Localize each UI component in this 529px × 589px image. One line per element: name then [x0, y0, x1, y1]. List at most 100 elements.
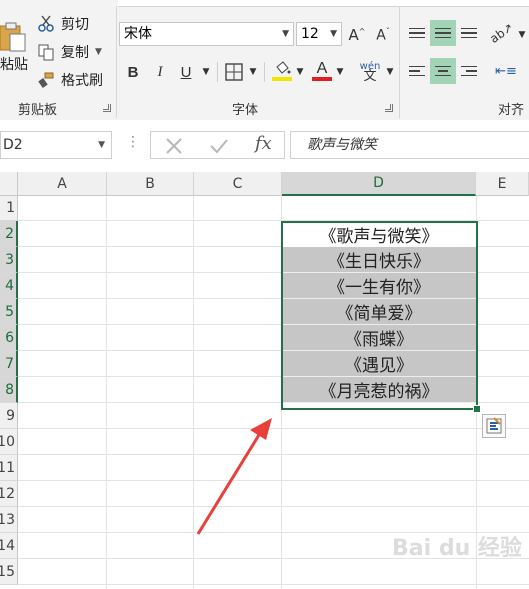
row-header-2[interactable]: 2: [0, 221, 18, 247]
ribbon: 粘贴 剪切 复制 ▼ 格式刷 剪贴板 宋体 ▼ 12 ▼ A^ Aˇ B I U…: [0, 0, 529, 121]
align-right-button[interactable]: [456, 58, 482, 84]
row-header-12[interactable]: 12: [0, 481, 18, 507]
formula-bar-drag-handle[interactable]: ⋮: [126, 134, 140, 150]
cell-d3[interactable]: 《生日快乐》: [282, 247, 476, 273]
border-icon: [225, 63, 243, 81]
paste-icon[interactable]: [0, 22, 26, 52]
font-color-button[interactable]: A: [310, 58, 334, 84]
gridline: [106, 196, 107, 589]
chevron-down-icon[interactable]: ▼: [98, 132, 105, 158]
phonetic-char: 文: [363, 69, 377, 84]
font-name-value: 宋体: [124, 26, 152, 42]
spreadsheet-grid: A B C D E 1 2 3 4 5 6 7 8 9 10 11 12 13 …: [0, 172, 529, 589]
chevron-down-icon[interactable]: ▼: [95, 47, 102, 57]
phonetic-button[interactable]: wén 文: [356, 58, 384, 86]
font-launcher-icon[interactable]: [385, 104, 393, 112]
paint-bucket-icon: [276, 61, 291, 74]
row-header-10[interactable]: 10: [0, 429, 18, 455]
cell-d4[interactable]: 《一生有你》: [282, 273, 476, 299]
row-header-8[interactable]: 8: [0, 377, 18, 403]
copy-icon: [37, 43, 55, 61]
cell-d5[interactable]: 《简单爱》: [282, 299, 476, 325]
align-top-button[interactable]: [404, 20, 430, 46]
chevron-down-icon[interactable]: ▼: [384, 61, 396, 83]
cell-d8[interactable]: 《月亮惹的祸》: [282, 377, 476, 403]
row-header-6[interactable]: 6: [0, 325, 18, 351]
column-header-b[interactable]: B: [107, 172, 194, 196]
cell-d7[interactable]: 《遇见》: [282, 351, 476, 377]
cancel-icon[interactable]: [165, 137, 183, 155]
divider: [217, 62, 218, 82]
row-header-5[interactable]: 5: [0, 299, 18, 325]
align-middle-button[interactable]: [430, 20, 456, 46]
column-header-a[interactable]: A: [18, 172, 107, 196]
name-box[interactable]: D2 ▼: [0, 131, 112, 159]
select-all-corner[interactable]: [0, 172, 18, 196]
chevron-down-icon[interactable]: ▼: [516, 24, 528, 46]
cell-d6[interactable]: 《雨蝶》: [282, 325, 476, 351]
font-size-select[interactable]: 12 ▼: [296, 22, 342, 46]
column-header-c[interactable]: C: [194, 172, 282, 196]
align-center-button[interactable]: [430, 58, 456, 84]
gridline: [18, 584, 529, 585]
orientation-button[interactable]: ab↗: [487, 20, 517, 46]
chevron-down-icon[interactable]: ▼: [247, 61, 259, 83]
decrease-font-icon: Aˇ: [376, 26, 390, 44]
confirm-icon[interactable]: [209, 137, 229, 155]
format-painter-label: 格式刷: [61, 73, 103, 89]
align-left-button[interactable]: [404, 58, 430, 84]
chevron-down-icon[interactable]: ▼: [334, 61, 346, 83]
cell-d2[interactable]: 《歌声与微笑》: [282, 221, 476, 247]
copy-label: 复制: [61, 45, 89, 61]
font-color-icon: A: [316, 60, 328, 77]
bold-button[interactable]: B: [123, 61, 143, 83]
cut-button[interactable]: 剪切: [37, 13, 89, 35]
text-orientation-icon: ab↗: [487, 20, 517, 46]
divider: [264, 62, 265, 82]
font-name-select[interactable]: 宋体 ▼: [119, 22, 294, 46]
group-divider: [116, 6, 117, 118]
row-header-1[interactable]: 1: [0, 196, 18, 221]
italic-button[interactable]: I: [150, 61, 170, 83]
paste-button[interactable]: 粘贴: [0, 54, 28, 74]
cut-label: 剪切: [61, 17, 89, 33]
chevron-down-icon[interactable]: ▼: [282, 23, 289, 45]
name-box-value: D2: [3, 137, 23, 153]
column-header-d[interactable]: D: [282, 172, 476, 196]
fill-color-swatch: [272, 77, 292, 81]
decrease-indent-button[interactable]: ⇤≡: [492, 60, 520, 82]
row-header-14[interactable]: 14: [0, 533, 18, 559]
border-button[interactable]: [224, 61, 244, 83]
group-divider: [399, 6, 400, 118]
row-header-7[interactable]: 7: [0, 351, 18, 377]
alignment-group-label: 对齐: [498, 103, 525, 118]
clipboard-group-label: 剪贴板: [18, 103, 58, 118]
chevron-down-icon[interactable]: ▼: [200, 61, 212, 83]
format-painter-button[interactable]: 格式刷: [37, 69, 103, 91]
fill-handle[interactable]: [473, 405, 481, 413]
underline-button[interactable]: U: [176, 61, 196, 83]
row-header-3[interactable]: 3: [0, 247, 18, 273]
indent-icon: ⇤≡: [495, 63, 517, 79]
align-bottom-button[interactable]: [456, 20, 482, 46]
row-header-11[interactable]: 11: [0, 455, 18, 481]
fill-color-button[interactable]: [270, 58, 294, 84]
copy-button[interactable]: 复制 ▼: [37, 41, 102, 63]
column-header-e[interactable]: E: [476, 172, 529, 196]
chevron-down-icon[interactable]: ▼: [294, 61, 306, 83]
decrease-font-size-button[interactable]: Aˇ: [372, 24, 394, 46]
formula-buttons: fx: [150, 131, 285, 159]
row-header-9[interactable]: 9: [0, 403, 18, 429]
quick-analysis-button[interactable]: [482, 414, 506, 438]
clipboard-launcher-icon[interactable]: [103, 104, 111, 112]
formula-input[interactable]: 歌声与微笑: [290, 131, 529, 159]
font-group-label: 字体: [232, 103, 259, 118]
format-painter-icon: [37, 71, 55, 89]
scissors-icon: [37, 15, 55, 33]
row-header-4[interactable]: 4: [0, 273, 18, 299]
row-header-15[interactable]: 15: [0, 559, 18, 585]
increase-font-size-button[interactable]: A^: [346, 24, 368, 46]
insert-function-icon[interactable]: fx: [255, 133, 272, 154]
chevron-down-icon[interactable]: ▼: [330, 23, 337, 45]
row-header-13[interactable]: 13: [0, 507, 18, 533]
